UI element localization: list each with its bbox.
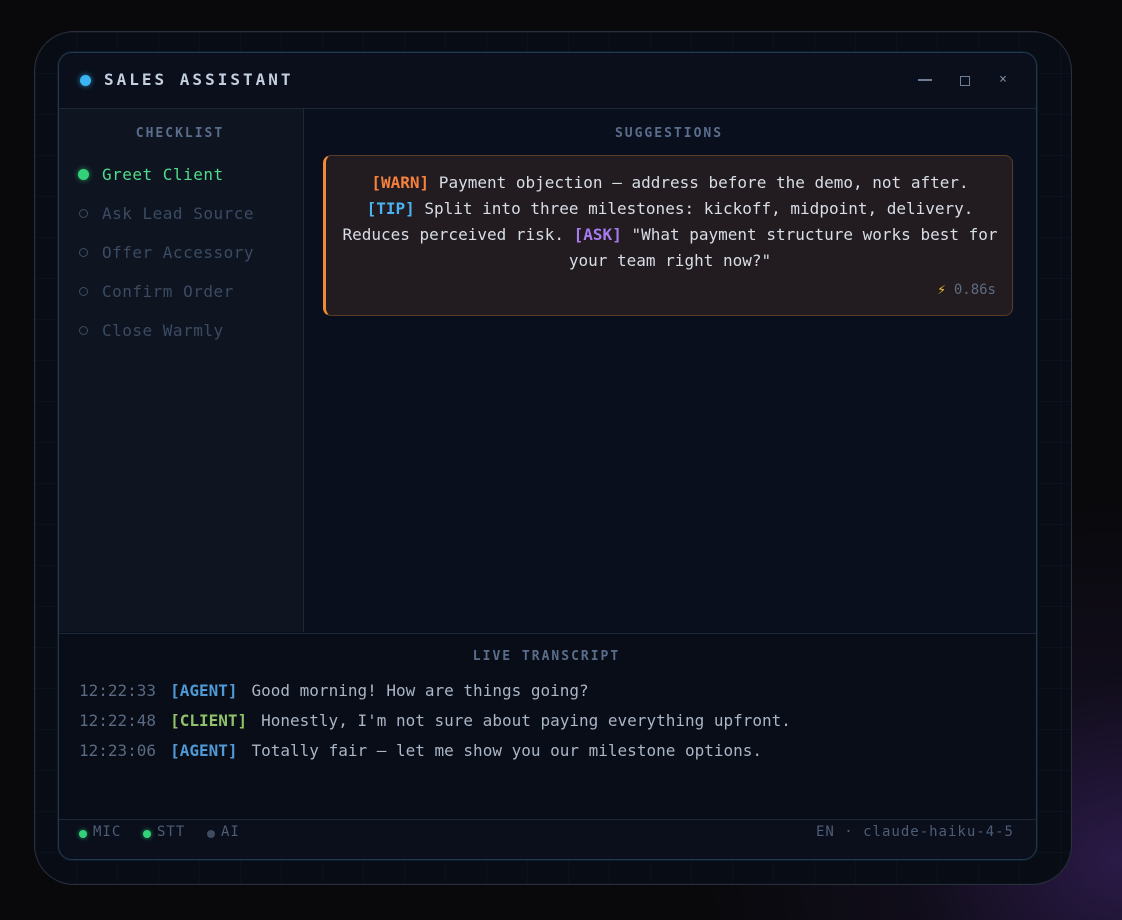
warn-text: Payment objection — address before the d…	[429, 173, 969, 192]
transcript-message: Honestly, I'm not sure about paying ever…	[261, 711, 791, 730]
checklist-title: CHECKLIST	[135, 126, 225, 141]
stt-status-icon	[143, 830, 151, 838]
stt-status: STT	[157, 824, 186, 840]
mic-status-icon	[79, 830, 87, 838]
ai-status-icon	[207, 830, 215, 838]
warn-tag: [WARN]	[371, 173, 430, 192]
checklist-item-confirm-order[interactable]: Confirm Order	[78, 281, 288, 305]
transcript-title: LIVE TRANSCRIPT	[472, 649, 621, 664]
transcript-line: 12:22:48 [CLIENT] Honestly, I'm not sure a…	[79, 710, 791, 732]
check-pending-icon	[79, 209, 88, 218]
checklist-item-label: Offer Accessory	[102, 243, 254, 262]
suggestions-title: SUGGESTIONS	[614, 126, 724, 141]
transcript-message: Totally fair — let me show you our miles…	[251, 741, 763, 760]
transcript-message: Good morning! How are things going?	[251, 681, 589, 700]
suggestion-text: [WARN] Payment objection — address befor…	[338, 170, 1002, 274]
transcript-speaker: [AGENT]	[170, 741, 238, 760]
language-model-info: EN · claude-haiku-4-5	[815, 824, 1014, 840]
check-pending-icon	[79, 248, 88, 257]
check-done-icon	[78, 169, 89, 180]
ask-text: "What payment structure works best for y…	[568, 225, 998, 270]
transcript-timestamp: 12:22:33	[79, 681, 157, 700]
transcript-speaker: [CLIENT]	[170, 711, 248, 730]
transcript-line: 12:22:33 [AGENT] Good morning! How are thi…	[79, 680, 589, 702]
transcript-timestamp: 12:22:48	[79, 711, 157, 730]
mic-status: MIC	[93, 824, 122, 840]
checklist-item-close-warmly[interactable]: Close Warmly	[78, 320, 288, 344]
transcript-line: 12:23:06 [AGENT] Totally fair — let me sho…	[79, 740, 762, 762]
suggestion-card[interactable]: [WARN] Payment objection — address befor…	[323, 155, 1013, 316]
timing-value: 0.86s	[953, 282, 996, 298]
check-pending-icon	[79, 326, 88, 335]
response-timing: ⚡ 0.86s	[937, 282, 996, 298]
checklist-item-label: Close Warmly	[102, 321, 224, 340]
checklist-item-label: Ask Lead Source	[102, 204, 254, 223]
ai-status: AI	[221, 824, 240, 840]
checklist-item-greet-client[interactable]: Greet Client	[78, 164, 288, 188]
checklist-item-label: Greet Client	[102, 165, 224, 184]
ask-tag: [ASK]	[573, 225, 622, 244]
transcript-timestamp: 12:23:06	[79, 741, 157, 760]
lightning-icon: ⚡	[937, 282, 946, 298]
checklist-item-label: Confirm Order	[102, 282, 234, 301]
transcript-speaker: [AGENT]	[170, 681, 238, 700]
checklist-item-ask-lead-source[interactable]: Ask Lead Source	[78, 203, 288, 227]
tip-tag: [TIP]	[366, 199, 415, 218]
check-pending-icon	[79, 287, 88, 296]
checklist-item-offer-accessory[interactable]: Offer Accessory	[78, 242, 288, 266]
